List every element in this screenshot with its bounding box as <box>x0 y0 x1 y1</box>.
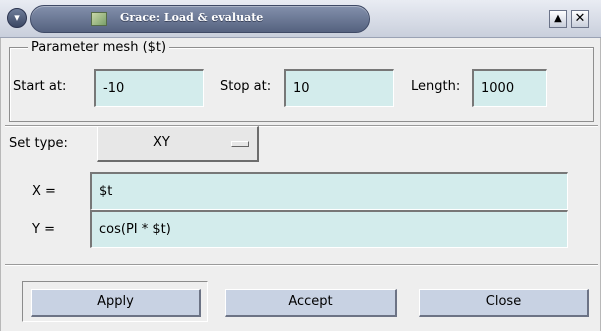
set-type-label: Set type: <box>9 136 68 151</box>
option-menu-indicator-icon <box>231 141 249 147</box>
separator <box>5 264 598 266</box>
load-evaluate-dialog: Parameter mesh ($t) Start at: -10 Stop a… <box>0 38 601 331</box>
apply-button[interactable]: Apply <box>31 289 201 317</box>
window-menu-button[interactable]: ▾ <box>7 8 27 28</box>
x-formula-field[interactable]: $t <box>90 172 568 210</box>
close-window-button[interactable]: ✕ <box>571 10 589 28</box>
y-formula-field[interactable]: cos(PI * $t) <box>90 210 568 248</box>
close-icon: ✕ <box>574 11 586 26</box>
start-label: Start at: <box>13 79 67 94</box>
window-titlebar: ▾ Grace: Load & evaluate ▲ ✕ <box>0 0 601 38</box>
stop-label: Stop at: <box>220 79 272 94</box>
y-label: Y = <box>32 222 55 237</box>
accept-button[interactable]: Accept <box>225 289 397 317</box>
set-type-dropdown[interactable]: XY <box>97 126 259 162</box>
app-icon <box>91 12 107 26</box>
chevron-down-icon: ▾ <box>14 11 20 24</box>
set-type-value: XY <box>153 135 170 150</box>
separator <box>5 125 598 127</box>
close-button[interactable]: Close <box>419 289 589 317</box>
stop-field[interactable]: 10 <box>284 69 394 107</box>
length-label: Length: <box>411 79 461 94</box>
start-field[interactable]: -10 <box>94 69 204 107</box>
parameter-mesh-legend: Parameter mesh ($t) <box>28 40 170 55</box>
length-field[interactable]: 1000 <box>472 69 547 107</box>
window-title: Grace: Load & evaluate <box>120 11 264 24</box>
shade-button[interactable]: ▲ <box>549 10 567 28</box>
window-title-pill: Grace: Load & evaluate <box>30 5 370 33</box>
shade-icon: ▲ <box>554 13 562 24</box>
x-label: X = <box>32 184 56 199</box>
